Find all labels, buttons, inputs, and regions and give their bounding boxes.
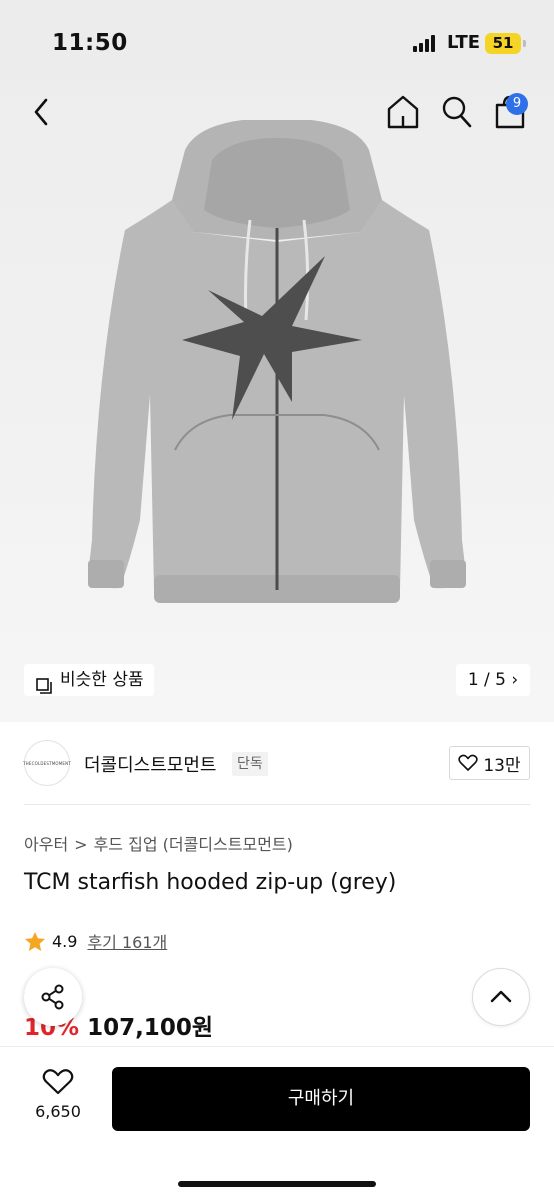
brand-name[interactable]: 더콜디스트모먼트 <box>84 751 216 777</box>
rating-score: 4.9 <box>52 931 78 951</box>
similar-square-icon <box>36 673 52 705</box>
similar-products-label: 비슷한 상품 <box>60 670 144 690</box>
status-bar: 11:50 LTE 51 <box>0 0 554 80</box>
signal-icon <box>413 35 437 52</box>
network-type: LTE <box>447 32 481 53</box>
cart-count-badge: 9 <box>506 93 528 115</box>
wishlist-count: 6,650 <box>35 1102 81 1121</box>
status-time: 11:50 <box>52 30 128 56</box>
product-image <box>88 120 466 603</box>
star-icon <box>25 931 45 951</box>
wishlist-button[interactable]: 6,650 <box>26 1068 90 1121</box>
exclusive-badge: 단독 <box>232 752 268 776</box>
home-indicator <box>178 1181 376 1187</box>
home-icon[interactable] <box>386 94 420 134</box>
chevron-up-icon <box>490 990 512 1003</box>
breadcrumb-category[interactable]: 아우터 <box>24 835 68 854</box>
breadcrumb-separator: > <box>74 835 88 854</box>
back-icon[interactable] <box>26 96 58 132</box>
buy-button[interactable]: 구매하기 <box>112 1067 530 1131</box>
rating-row: 4.9 후기 161개 <box>24 929 167 953</box>
breadcrumb-subcategory[interactable]: 후드 집업 (더콜디스트모먼트) <box>94 835 293 854</box>
product-image-gallery[interactable]: 9 비슷한 상품 1 / 5 › <box>0 0 554 722</box>
sale-price: 107,100원 <box>87 1015 213 1041</box>
share-button[interactable] <box>24 968 82 1026</box>
brand-logo-text: THECOLDESTMOMENT <box>23 760 71 766</box>
heart-icon <box>42 1069 74 1095</box>
heart-icon <box>458 754 479 771</box>
search-icon[interactable] <box>440 94 474 134</box>
brand-like-button[interactable]: 13만 <box>449 746 530 780</box>
section-divider <box>24 804 530 805</box>
review-count-link[interactable]: 후기 161개 <box>87 929 167 953</box>
image-counter[interactable]: 1 / 5 › <box>456 664 530 696</box>
product-title: TCM starfish hooded zip-up (grey) <box>24 870 397 895</box>
similar-products-button[interactable]: 비슷한 상품 <box>24 664 154 696</box>
battery-indicator: 51 <box>485 33 521 54</box>
share-icon <box>41 984 64 1010</box>
brand-logo[interactable]: THECOLDESTMOMENT <box>23 740 71 786</box>
battery-nub <box>523 40 526 47</box>
brand-like-count: 13만 <box>483 755 521 776</box>
breadcrumb: 아우터 > 후드 집업 (더콜디스트모먼트) <box>24 831 293 855</box>
scroll-top-button[interactable] <box>472 968 530 1026</box>
